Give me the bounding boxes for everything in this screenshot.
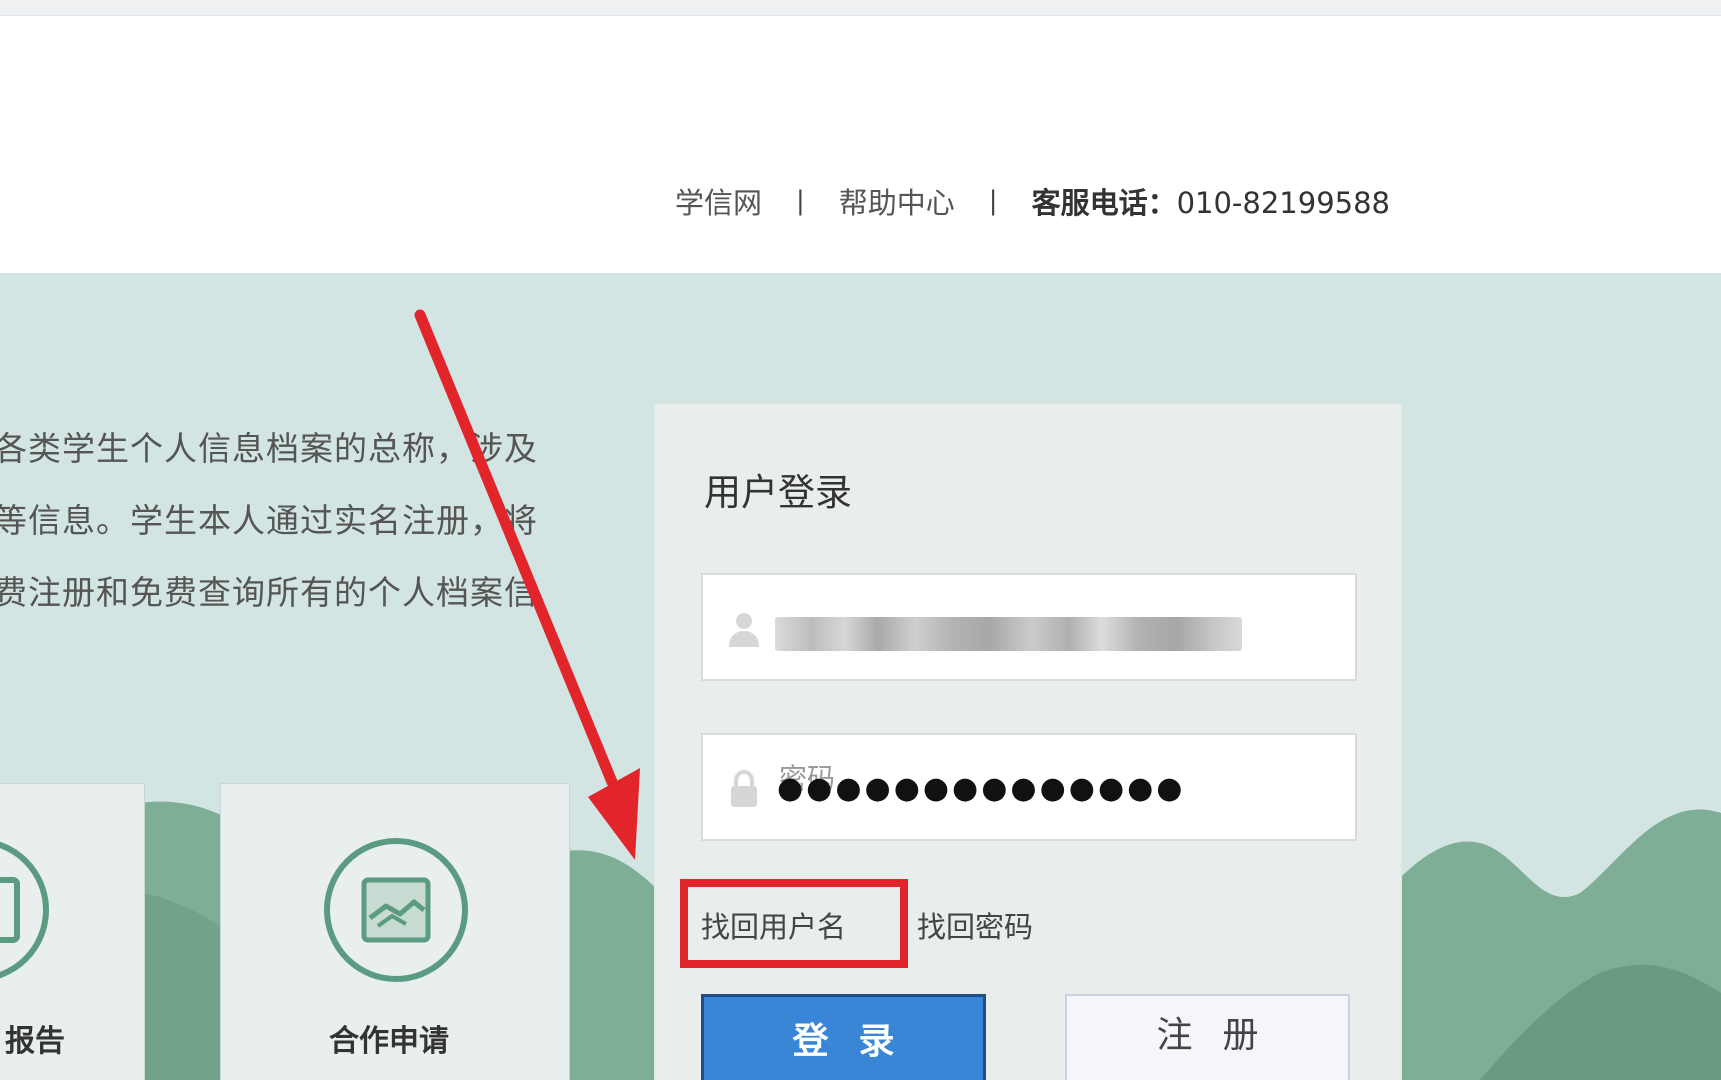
user-icon — [729, 613, 759, 647]
password-field[interactable]: 密码 ●●●●●●●●●●●●●● — [701, 733, 1357, 841]
top-nav-separator: | — [988, 186, 998, 216]
forgot-password-link[interactable]: 找回密码 — [917, 904, 1033, 946]
login-button[interactable]: 登录 — [701, 994, 986, 1080]
site-header: 学信网 | 帮助中心 | 客服电话：010-82199588 — [0, 16, 1721, 273]
card-label: 合作申请 — [329, 1024, 449, 1059]
feature-card-cooperation[interactable]: 合作申请 — [220, 783, 570, 1080]
top-link-help-center[interactable]: 帮助中心 — [839, 180, 955, 222]
password-mask: ●●●●●●●●●●●●●● — [777, 771, 1186, 806]
login-panel: 用户登录 密码 ●●●●●●●●●●●●●● 找回用户名 找回密码 登录 注册 — [654, 403, 1402, 1080]
hotline-number: 010-82199588 — [1176, 186, 1390, 220]
hotline-label: 客服电话： — [1031, 186, 1177, 220]
top-nav: 学信网 | 帮助中心 | 客服电话：010-82199588 — [675, 180, 1390, 222]
intro-line: 各类学生个人信息档案的总称，涉及 — [0, 429, 538, 468]
lock-icon — [731, 769, 757, 807]
handshake-icon — [324, 838, 468, 982]
feature-card-report[interactable]: 报告 — [0, 783, 145, 1080]
browser-toolbar-strip — [0, 0, 1721, 16]
login-title: 用户登录 — [704, 471, 852, 514]
username-field[interactable] — [701, 573, 1357, 681]
top-nav-separator: | — [796, 186, 805, 216]
top-link-chsi[interactable]: 学信网 — [675, 180, 762, 222]
card-label: 报告 — [5, 1024, 65, 1059]
hotline: 客服电话：010-82199588 — [1032, 180, 1390, 222]
username-value-blurred — [775, 617, 1242, 651]
intro-text: 各类学生个人信息档案的总称，涉及 等信息。学生本人通过实名注册，将 费注册和免费… — [0, 413, 574, 629]
highlight-annotation-box — [680, 879, 908, 968]
register-button[interactable]: 注册 — [1065, 994, 1350, 1080]
intro-line: 等信息。学生本人通过实名注册，将 — [0, 501, 538, 540]
report-icon — [0, 838, 49, 982]
intro-line: 费注册和免费查询所有的个人档案信 — [0, 573, 538, 612]
